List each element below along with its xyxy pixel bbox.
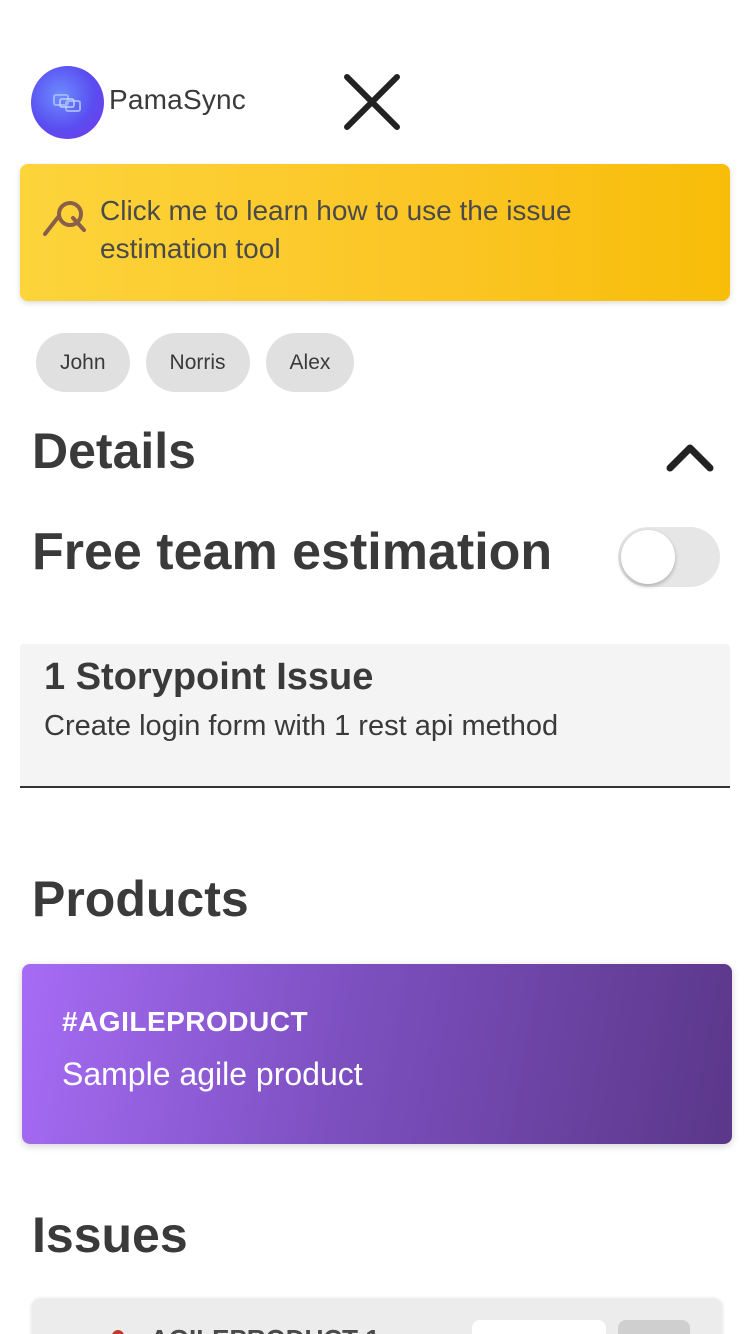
close-icon [344, 74, 400, 130]
issue-tag: AGILEPRODUCT-1 [150, 1324, 380, 1334]
participant-chip[interactable]: Alex [265, 333, 355, 392]
storypoint-description: Create login form with 1 rest api method [44, 710, 559, 742]
app-logo [31, 66, 104, 139]
participant-chip[interactable]: John [36, 333, 130, 392]
product-tag: #AGILEPRODUCT [62, 1006, 309, 1037]
products-heading: Products [32, 871, 249, 927]
details-heading: Details [32, 423, 196, 479]
issue-estimate-field[interactable] [472, 1320, 606, 1334]
product-description: Sample agile product [62, 1056, 363, 1092]
product-card[interactable] [22, 964, 732, 1144]
banner-text: Click me to learn how to use the issue e… [100, 195, 572, 264]
issue-action-button[interactable] [618, 1320, 690, 1334]
issue-card[interactable]: AGILEPRODUCT-1 [32, 1300, 722, 1334]
toggle-knob [621, 530, 675, 584]
magnifier-icon [43, 201, 86, 236]
issues-heading: Issues [32, 1207, 188, 1263]
free-team-estimation-label: Free team estimation [32, 523, 553, 581]
app-header: PamaSync [0, 0, 750, 150]
chevron-up-icon[interactable] [660, 430, 720, 480]
storypoint-title: 1 Storypoint Issue [44, 656, 374, 698]
free-team-estimation-toggle[interactable] [618, 527, 720, 587]
brand-name: PamaSync [109, 84, 246, 115]
link-boxes-icon [52, 93, 81, 112]
participant-chips: John Norris Alex [36, 333, 355, 392]
participant-chip[interactable]: Norris [145, 333, 250, 392]
close-button[interactable] [338, 68, 406, 136]
issue-status-dot [112, 1330, 124, 1334]
